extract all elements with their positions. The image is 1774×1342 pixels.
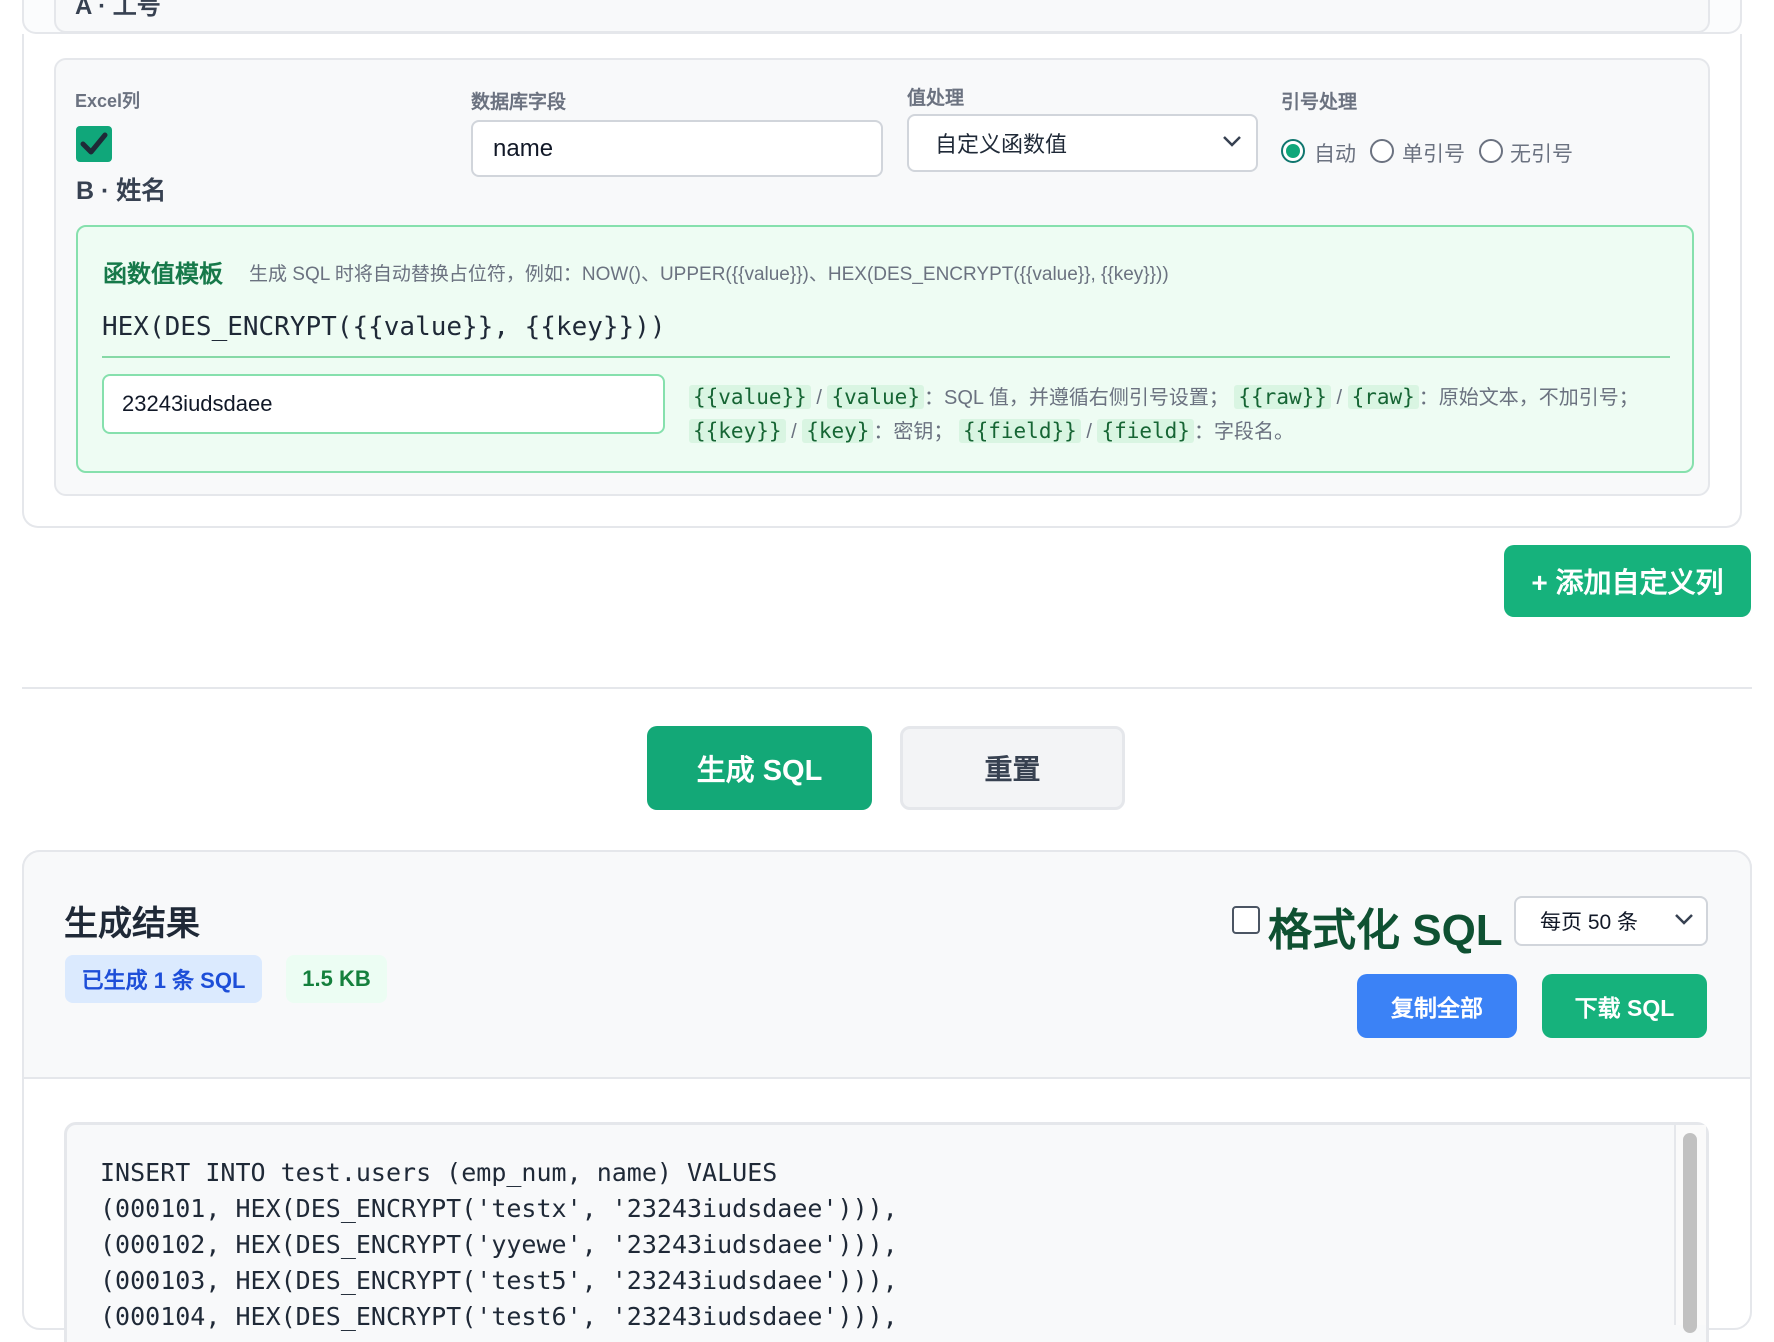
result-title: 生成结果 [64,905,200,943]
excel-column-name: B · 姓名 [76,177,167,205]
sql-output-text[interactable]: INSERT INTO test.users (emp_num, name) V… [100,1155,898,1335]
add-custom-column-button[interactable]: + 添加自定义列 [1504,545,1751,617]
function-template-hint: 生成 SQL 时将自动替换占位符，例如：NOW()、UPPER({{value}… [249,264,1169,285]
encryption-key-input[interactable]: 23243iudsdaee [102,374,665,434]
quote-radio-auto-label[interactable]: 自动 [1314,138,1356,168]
token-raw-double: {{raw}} [1234,385,1331,409]
sql-line: INSERT INTO test.users (emp_num, name) V… [100,1158,778,1187]
token-value-double: {{value}} [689,385,811,409]
quote-radio-single-label[interactable]: 单引号 [1402,138,1465,168]
token-field-single: {field} [1097,419,1194,443]
check-icon [80,132,108,155]
result-header [22,850,1752,1079]
db-field-input[interactable]: name [471,120,883,177]
token-key-double: {{key}} [689,419,786,443]
value-processing-label: 值处理 [907,88,965,109]
token-value-single: {value} [827,385,924,409]
previous-mapping-row [54,0,1710,33]
token-raw-single: {raw} [1347,385,1419,409]
function-template-expression[interactable]: HEX(DES_ENCRYPT({{value}}, {{key}})) [102,312,666,342]
token-key-single: {key} [802,419,874,443]
format-sql-checkbox[interactable] [1232,906,1260,934]
sql-scrollbar-thumb[interactable] [1683,1133,1697,1333]
quote-radio-auto[interactable] [1281,139,1305,163]
quote-handling-label: 引号处理 [1281,92,1358,113]
quote-radio-none[interactable] [1479,139,1503,163]
column-include-checkbox[interactable] [76,126,112,162]
sql-line: (000102, HEX(DES_ENCRYPT('yyewe', '23243… [100,1230,898,1259]
previous-column-name: A · 工号 [75,0,161,20]
function-template-title: 函数值模板 [103,261,223,288]
generate-sql-button[interactable]: 生成 SQL [647,726,872,810]
format-sql-label[interactable]: 格式化 SQL [1268,894,1503,958]
page-size-selected: 每页 50 条 [1540,911,1639,934]
sql-line: (000104, HEX(DES_ENCRYPT('test6', '23243… [100,1302,898,1331]
token-field-double: {{field}} [958,419,1081,443]
excel-column-label: Excel列 [75,91,141,111]
value-processing-select[interactable]: 自定义函数值 [907,114,1258,172]
placeholder-help-text: {{value}} / {value} ：SQL 值，并遵循右侧引号设置； {{r… [689,381,1689,449]
db-field-label: 数据库字段 [471,92,567,113]
quote-radio-none-label[interactable]: 无引号 [1510,138,1573,168]
download-sql-button[interactable]: 下载 SQL [1542,974,1707,1038]
copy-all-button[interactable]: 复制全部 [1357,974,1517,1038]
quote-radio-single[interactable] [1370,139,1394,163]
sql-count-badge: 已生成 1 条 SQL [65,955,262,1003]
chevron-down-icon [1675,914,1693,925]
chevron-down-icon [1223,136,1241,147]
function-template-divider [102,356,1670,358]
sql-line: (000103, HEX(DES_ENCRYPT('test5', '23243… [100,1266,898,1295]
page-size-select[interactable]: 每页 50 条 [1514,896,1708,946]
section-divider [22,687,1752,689]
sql-size-badge: 1.5 KB [286,955,387,1003]
sql-line: (000101, HEX(DES_ENCRYPT('testx', '23243… [100,1194,898,1223]
reset-button[interactable]: 重置 [900,726,1125,810]
value-processing-selected: 自定义函数值 [935,132,1068,157]
